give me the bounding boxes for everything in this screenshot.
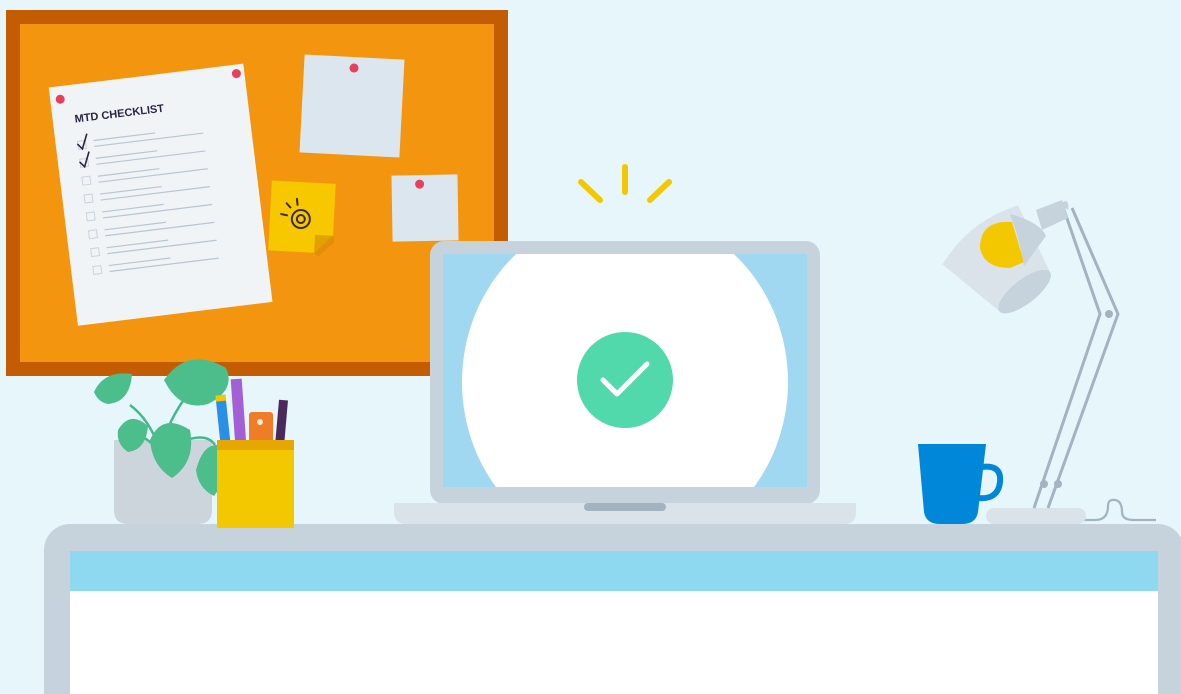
laptop (394, 241, 856, 524)
sticky-note (268, 180, 336, 257)
checkmark-icon (577, 332, 673, 428)
checklist-paper: MTD CHECKLIST (48, 63, 273, 326)
desk (44, 524, 1181, 694)
laptop-trackpad-notch (584, 503, 666, 511)
note-card-large (299, 54, 405, 158)
note-card-small (391, 174, 459, 242)
sparkle-icon (578, 164, 672, 203)
pen-holder (215, 378, 294, 528)
workspace-illustration: MTD CHECKLIST (0, 0, 1181, 694)
potted-plant (94, 359, 229, 524)
